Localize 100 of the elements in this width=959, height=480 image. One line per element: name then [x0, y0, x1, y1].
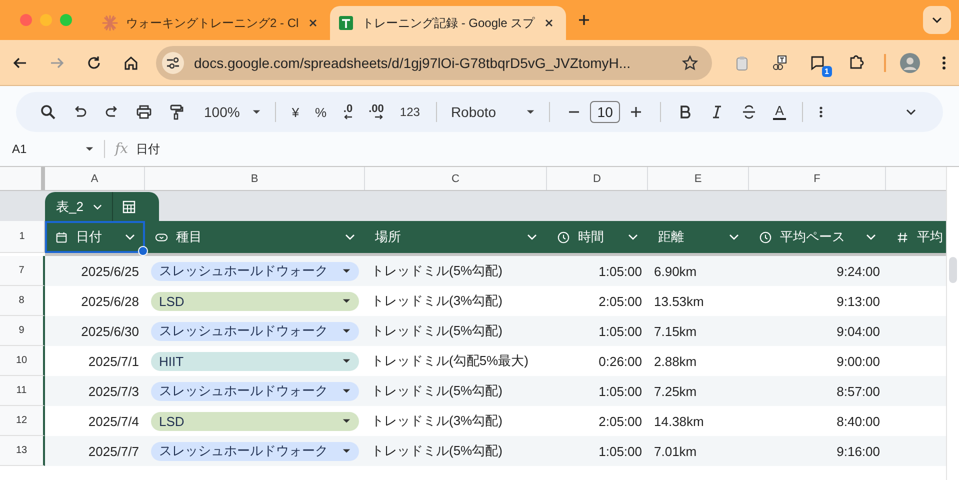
table-cell-text: 9:04:00 [836, 322, 881, 340]
more-options-icon[interactable] [942, 54, 946, 70]
font-select[interactable]: Roboto [450, 104, 536, 120]
home-icon[interactable] [123, 54, 139, 70]
fill-handle[interactable] [138, 246, 148, 256]
chat-bubble-icon[interactable] [810, 54, 826, 70]
name-box[interactable]: A1 [12, 142, 94, 156]
column-header[interactable]: E [648, 167, 749, 190]
new-tab-icon[interactable] [578, 14, 590, 26]
clipboard-icon[interactable] [734, 54, 750, 70]
row-number[interactable]: 13 [0, 436, 45, 466]
tab-title: トレーニング記録 - Google スプ [362, 14, 536, 32]
starburst-icon [102, 15, 118, 31]
dropdown-chip[interactable]: LSD [151, 292, 359, 310]
table-name-tab[interactable]: 表_2 [45, 192, 159, 222]
notification-badge: 1 [822, 66, 832, 76]
chevron-down-icon [932, 17, 942, 23]
left-arrow-icon [342, 114, 353, 120]
close-tab-icon[interactable] [308, 18, 318, 28]
scrollbar-thumb[interactable] [949, 257, 957, 283]
row-number[interactable]: 1 [0, 221, 45, 253]
translate-icon[interactable] [772, 54, 788, 70]
table-cell-text: 7.15km [653, 322, 698, 340]
paint-format-icon[interactable] [168, 104, 184, 120]
table-settings-icon[interactable] [121, 199, 138, 215]
decrease-decimal-button[interactable]: .0 [334, 104, 361, 120]
chevron-down-icon[interactable] [729, 234, 739, 240]
reload-icon[interactable] [86, 54, 102, 70]
chevron-down-icon[interactable] [93, 204, 102, 210]
table-cell-text: トレッドミル(5%勾配) [370, 382, 504, 400]
row-number[interactable]: 9 [0, 316, 45, 346]
search-icon[interactable] [40, 104, 56, 120]
formula-field[interactable]: 日付 [136, 140, 160, 158]
dropdown-chip[interactable]: HIIT [151, 352, 359, 370]
zoom-select[interactable]: 100% [204, 104, 261, 120]
tab-search-button[interactable] [923, 6, 951, 34]
profile-avatar[interactable] [900, 52, 920, 72]
increase-decimal-button[interactable]: .00 [360, 104, 392, 120]
browser-tab[interactable]: ウォーキングトレーニング2 - Cl [94, 6, 330, 40]
address-bar[interactable]: docs.google.com/spreadsheets/d/1gj97lOi-G78tbqrD5vG_JVZtomyH... [156, 46, 712, 80]
column-header[interactable]: C [365, 167, 547, 190]
currency-format-button[interactable]: ¥ [284, 104, 308, 120]
column-header[interactable]: F [749, 167, 886, 190]
table-cell-text: 2025/7/1 [87, 352, 140, 370]
table-cell-text: トレッドミル(5%勾配) [370, 262, 504, 280]
site-settings-icon[interactable] [162, 52, 184, 74]
table-header-cell[interactable]: 種目 [145, 221, 365, 253]
table-cell-text: 9:00:00 [836, 352, 881, 370]
dropdown-chip-icon [155, 230, 168, 244]
calendar-icon [55, 230, 68, 244]
row-number[interactable]: 8 [0, 286, 45, 316]
puzzle-piece-icon[interactable] [848, 54, 864, 70]
row-number[interactable]: 10 [0, 346, 45, 376]
percent-format-button[interactable]: % [307, 104, 335, 120]
table-cell-text: 2025/7/3 [87, 382, 140, 400]
chevron-down-icon[interactable] [345, 234, 355, 240]
dropdown-chip[interactable]: スレッシュホールドウォーク [151, 442, 359, 460]
table-cell-text: トレッドミル(勾配5%最大) [370, 352, 530, 370]
table-header-cell[interactable]: 日付 [45, 221, 145, 253]
chevron-down-icon[interactable] [628, 234, 638, 240]
chevron-down-icon[interactable] [527, 234, 537, 240]
row-number[interactable]: 7 [0, 256, 45, 286]
table-cell-text: 2.88km [653, 352, 698, 370]
table-cell-text: 2025/6/28 [80, 292, 140, 310]
caret-icon [342, 358, 351, 364]
dropdown-chip[interactable]: スレッシュホールドウォーク [151, 322, 359, 340]
caret-icon [342, 388, 351, 394]
dropdown-chip[interactable]: スレッシュホールドウォーク [151, 262, 359, 280]
column-header[interactable]: A [45, 167, 145, 190]
text-color-button[interactable]: A [773, 104, 786, 120]
caret-icon [342, 418, 351, 424]
table-cell-text: トレッドミル(5%勾配) [370, 322, 504, 340]
table-header-cell[interactable]: 平均 [886, 221, 946, 253]
column-header[interactable]: D [547, 167, 648, 190]
table-cell-text: 0:26:00 [598, 352, 643, 370]
dropdown-chip[interactable]: スレッシュホールドウォーク [151, 382, 359, 400]
column-header[interactable]: B [145, 167, 365, 190]
caret-icon [252, 109, 261, 115]
chevron-down-icon[interactable] [125, 234, 135, 240]
table-header-cell[interactable]: 平均ペース [749, 221, 886, 253]
caret-icon [342, 268, 351, 274]
print-icon[interactable] [136, 104, 152, 120]
hash-icon [896, 230, 909, 244]
row-number[interactable]: 12 [0, 406, 45, 436]
table-cell-text: 1:05:00 [598, 382, 643, 400]
table-header-cell[interactable]: 場所 [365, 221, 547, 253]
more-options-icon[interactable] [818, 104, 823, 120]
table-header-cell[interactable]: 時間 [547, 221, 648, 253]
close-tab-icon[interactable] [544, 18, 554, 28]
chevron-down-icon[interactable] [866, 234, 876, 240]
row-number[interactable]: 11 [0, 376, 45, 406]
number-format-button[interactable]: 123 [392, 105, 428, 119]
table-cell-text: 1:05:00 [598, 442, 643, 460]
dropdown-chip[interactable]: LSD [151, 412, 359, 430]
table-header-cell[interactable]: 距離 [648, 221, 749, 253]
browser-tab[interactable]: トレーニング記録 - Google スプ [330, 6, 566, 40]
strikethrough-icon[interactable] [741, 104, 758, 120]
clock-icon [759, 230, 772, 244]
font-size-field[interactable]: 10 [590, 101, 620, 123]
bookmark-star-icon[interactable] [682, 54, 698, 70]
